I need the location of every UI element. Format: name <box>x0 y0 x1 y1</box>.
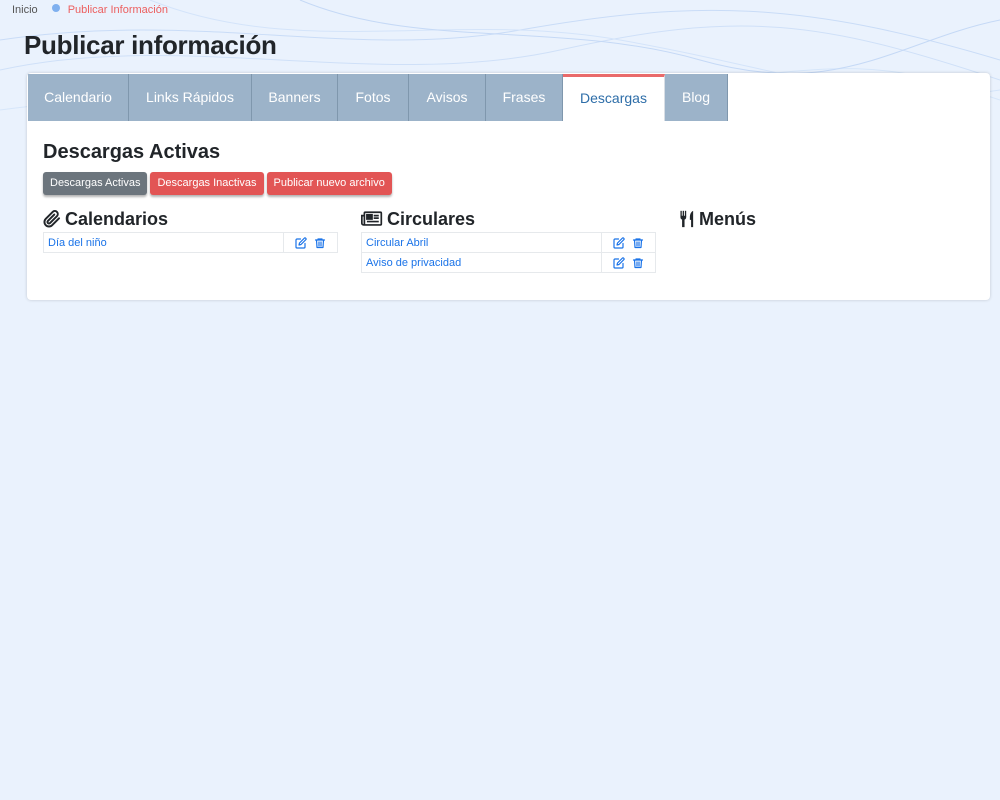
tab-blog[interactable]: Blog <box>665 74 728 121</box>
table-row: Aviso de privacidad <box>361 252 656 273</box>
tab-links-rapidos[interactable]: Links Rápidos <box>129 74 252 121</box>
file-link[interactable]: Día del niño <box>43 232 284 253</box>
paperclip-icon <box>43 210 61 228</box>
column-title-menus: Menús <box>699 208 757 229</box>
breadcrumb-current: Publicar Información <box>67 4 168 16</box>
active-downloads-button[interactable]: Descargas Activas <box>43 172 148 195</box>
filter-button-row: Descargas Activas Descargas Inactivas Pu… <box>43 172 392 195</box>
tab-calendario[interactable]: Calendario <box>28 74 129 121</box>
section-title: Descargas Activas <box>43 141 221 163</box>
column-header-menus: Menús <box>679 208 756 230</box>
trash-icon[interactable] <box>632 257 644 269</box>
publish-new-file-button[interactable]: Publicar nuevo archivo <box>266 172 392 195</box>
table-row: Día del niño <box>43 232 338 253</box>
utensils-icon <box>680 210 694 228</box>
newspaper-icon <box>361 211 383 226</box>
file-link[interactable]: Aviso de privacidad <box>361 252 602 273</box>
edit-icon[interactable] <box>295 236 307 249</box>
page-title: Publicar información <box>24 30 277 60</box>
breadcrumb-home-link[interactable]: Inicio <box>12 4 38 16</box>
column-header-calendarios: Calendarios <box>43 208 338 230</box>
column-calendarios: Calendarios Día del niño <box>43 208 338 253</box>
tab-avisos[interactable]: Avisos <box>409 74 486 121</box>
trash-icon[interactable] <box>314 237 326 249</box>
tab-bar: Calendario Links Rápidos Banners Fotos A… <box>28 74 728 121</box>
tab-frases[interactable]: Frases <box>486 74 563 121</box>
file-link[interactable]: Circular Abril <box>361 232 602 253</box>
column-header-circulares: Circulares <box>361 208 656 230</box>
file-table-circulares: Circular Abril Aviso de privacidad <box>361 232 656 273</box>
inactive-downloads-button[interactable]: Descargas Inactivas <box>150 172 264 195</box>
trash-icon[interactable] <box>632 237 644 249</box>
file-actions <box>283 232 338 253</box>
edit-icon[interactable] <box>613 256 625 269</box>
table-row: Circular Abril <box>361 232 656 253</box>
file-actions <box>601 252 656 273</box>
column-title-circulares: Circulares <box>387 208 476 229</box>
tab-fotos[interactable]: Fotos <box>338 74 409 121</box>
tab-banners[interactable]: Banners <box>252 74 338 121</box>
breadcrumb-separator-dot <box>51 4 60 12</box>
breadcrumb: Inicio Publicar Información <box>12 3 168 17</box>
column-menus: Menús <box>679 208 756 230</box>
file-actions <box>601 232 656 253</box>
tab-descargas[interactable]: Descargas <box>563 74 665 121</box>
file-table-calendarios: Día del niño <box>43 232 338 253</box>
content-card: Calendario Links Rápidos Banners Fotos A… <box>27 73 990 300</box>
column-title-calendarios: Calendarios <box>65 208 169 229</box>
edit-icon[interactable] <box>613 236 625 249</box>
column-circulares: Circulares Circular Abril Aviso de priva… <box>361 208 656 273</box>
